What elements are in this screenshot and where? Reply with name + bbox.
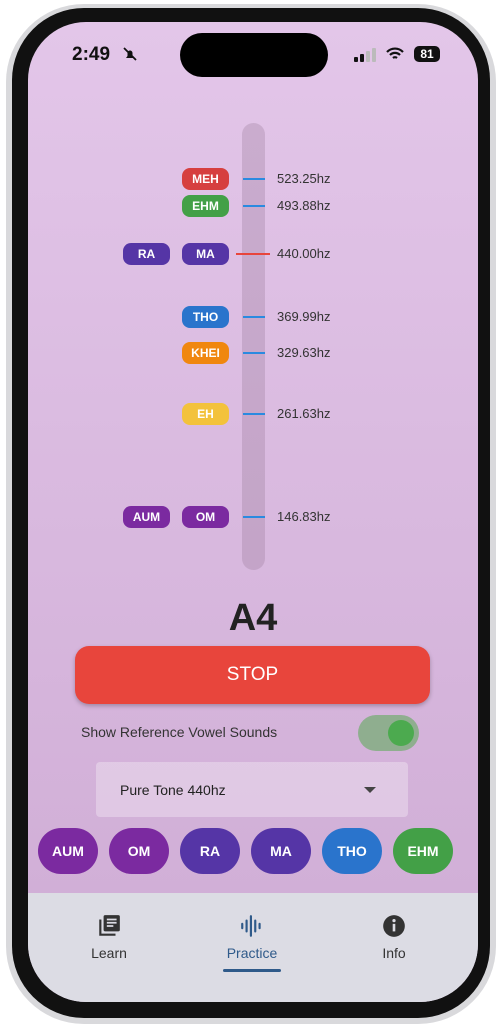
battery-level: 81 [420, 47, 434, 61]
wifi-icon [386, 47, 404, 59]
dynamic-island [180, 33, 328, 77]
pitch-badge[interactable]: OM [182, 506, 229, 528]
toggle-knob [388, 720, 414, 746]
library-books-icon [99, 915, 120, 936]
status-time: 2:49 [72, 44, 111, 65]
vowel-chip[interactable]: OM [109, 828, 169, 874]
frequency-label: 329.63hz [277, 345, 331, 360]
pitch-track [242, 123, 265, 570]
pitch-badge[interactable]: EH [182, 403, 229, 425]
frequency-label: 261.63hz [277, 406, 331, 421]
pitch-badge[interactable]: MEH [182, 168, 229, 190]
frequency-label: 523.25hz [277, 171, 331, 186]
vowel-chip[interactable]: EHM [393, 828, 453, 874]
vowel-chip[interactable]: RA [180, 828, 240, 874]
vowel-chip[interactable]: THO [322, 828, 382, 874]
pitch-badge[interactable]: RA [123, 243, 170, 265]
pitch-tick [243, 178, 265, 180]
frequency-label: 493.88hz [277, 198, 331, 213]
pitch-tick [243, 316, 265, 318]
pitch-tick [243, 205, 265, 207]
pitch-tick [243, 352, 265, 354]
nav-practice[interactable]: Practice [202, 913, 302, 972]
reference-toggle-label: Show Reference Vowel Sounds [81, 724, 278, 740]
frequency-label: 440.00hz [277, 246, 331, 261]
caret-down-icon [364, 787, 376, 793]
pitch-tick [243, 516, 265, 518]
pitch-badge[interactable]: MA [182, 243, 229, 265]
pitch-tick [243, 413, 265, 415]
pitch-badge[interactable]: EHM [182, 195, 229, 217]
nav-info[interactable]: Info [344, 913, 444, 961]
pitch-badge[interactable]: KHEI [182, 342, 229, 364]
bell-slash-icon [123, 47, 137, 61]
bottom-nav: Learn Practice Info [28, 893, 478, 1002]
active-indicator [223, 969, 281, 972]
current-note: A4 [228, 597, 278, 639]
pitch-tick [236, 253, 270, 255]
nav-label: Learn [91, 945, 127, 961]
battery-icon: 81 [414, 46, 440, 62]
pitch-badge[interactable]: AUM [123, 506, 170, 528]
info-icon [383, 915, 405, 937]
nav-label: Info [382, 945, 406, 961]
frequency-label: 146.83hz [277, 509, 331, 524]
waveform-icon [241, 915, 261, 937]
frequency-label: 369.99hz [277, 309, 331, 324]
pitch-badge[interactable]: THO [182, 306, 229, 328]
reference-toggle[interactable] [358, 715, 419, 751]
tone-select-value: Pure Tone 440hz [120, 781, 226, 798]
nav-learn[interactable]: Learn [59, 913, 159, 961]
nav-label: Practice [226, 945, 278, 961]
tone-select[interactable]: Pure Tone 440hz [96, 762, 408, 817]
stop-button[interactable]: STOP [75, 646, 430, 704]
app-screen: 2:49 81 MEH 523.25hz EHM 493.88hz RA MA 440.00… [28, 22, 478, 1002]
signal-icon [354, 48, 376, 62]
vowel-chip[interactable]: AUM [38, 828, 98, 874]
vowel-chip[interactable]: MA [251, 828, 311, 874]
